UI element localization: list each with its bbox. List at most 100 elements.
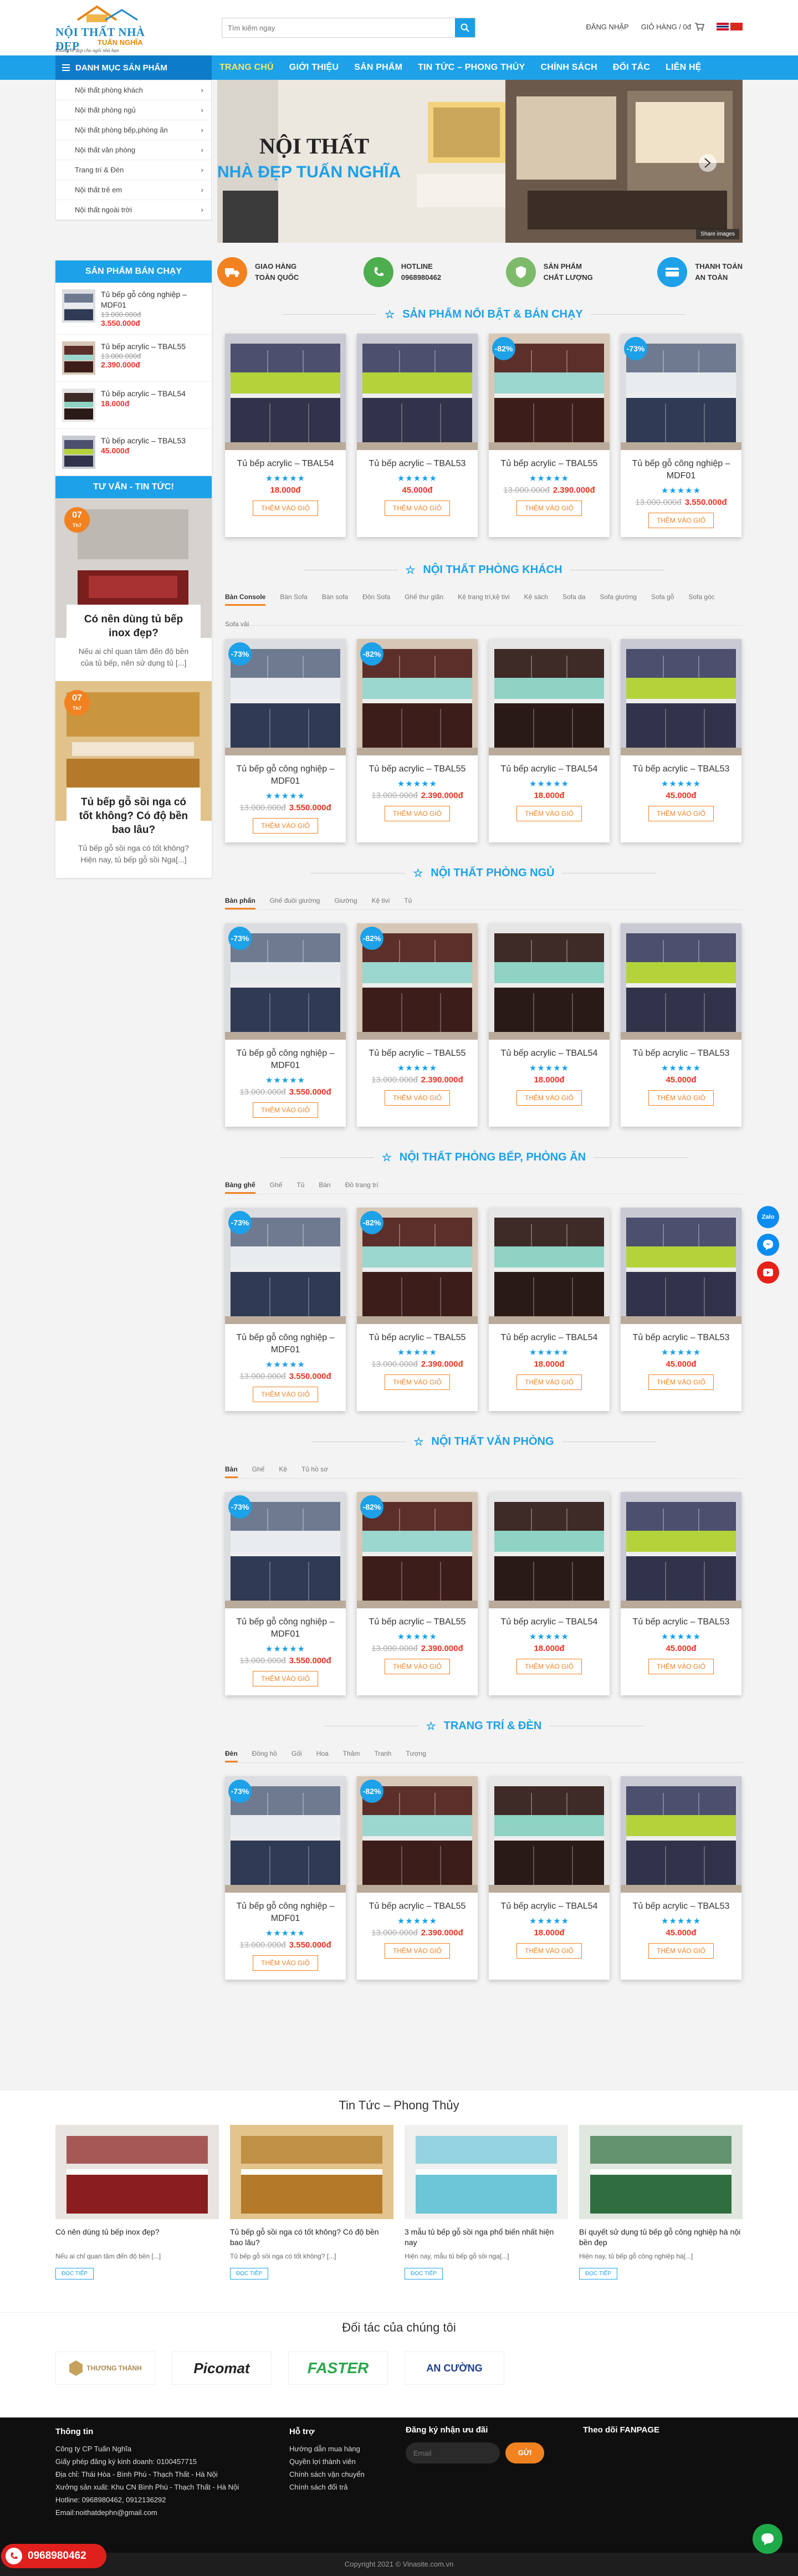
section-tab[interactable]: Bàng ghế <box>225 1181 255 1194</box>
news-card-title[interactable]: Có nên dùng tủ bếp inox đẹp? <box>55 2227 219 2248</box>
category-menu-button[interactable]: DANH MỤC SẢN PHẨM <box>55 55 212 80</box>
product-card[interactable]: -73% Tủ bếp gỗ công nghiệp – MDF01 ★★★★★ 13… <box>225 923 346 1127</box>
best-seller-item[interactable]: Tủ bếp acrylic – TBAL55 13.000.000đ 2.390.… <box>55 335 212 382</box>
section-tab[interactable]: Tủ <box>404 897 412 904</box>
product-image-wrap[interactable]: -73% <box>225 1776 346 1893</box>
footer-link[interactable]: Quyền lợi thành viên <box>289 2455 378 2468</box>
add-to-cart-button[interactable]: THÊM VÀO GIỎ <box>516 1659 582 1674</box>
product-image-wrap[interactable] <box>489 1208 610 1324</box>
product-name[interactable]: Tủ bếp gỗ công nghiệp – MDF01 <box>225 1332 346 1356</box>
product-image-wrap[interactable] <box>489 1492 610 1608</box>
nav-news[interactable]: TIN TỨC – PHONG THỦY <box>410 63 533 73</box>
product-image-wrap[interactable]: -82% <box>357 1776 478 1893</box>
product-card[interactable]: Tủ bếp acrylic – TBAL53 ★★★★★ 45.000đ THÊM … <box>621 1208 741 1411</box>
product-name[interactable]: Tủ bếp acrylic – TBAL55 <box>357 1900 478 1913</box>
search-button[interactable] <box>455 18 475 37</box>
category-item[interactable]: Trang trí & Đèn › <box>56 160 211 180</box>
messenger-icon[interactable] <box>757 1234 779 1256</box>
flag-en-icon[interactable] <box>717 23 729 30</box>
category-item[interactable]: Nội thất phòng bếp,phòng ăn › <box>56 120 211 140</box>
product-name[interactable]: Tủ bếp gỗ công nghiệp – MDF01 <box>225 763 346 788</box>
product-card[interactable]: -73% Tủ bếp gỗ công nghiệp – MDF01 ★★★★★ 13… <box>225 639 346 842</box>
hotline-button[interactable]: 0968980462 <box>1 2544 106 2568</box>
footer-link[interactable]: Chính sách đổi trả <box>289 2481 378 2493</box>
login-link[interactable]: ĐĂNG NHẬP <box>586 23 628 31</box>
add-to-cart-button[interactable]: THÊM VÀO GIỎ <box>648 1943 714 1959</box>
section-tab[interactable]: Kệ <box>279 1465 287 1473</box>
product-name[interactable]: Tủ bếp acrylic – TBAL54 <box>489 1616 610 1628</box>
product-image-wrap[interactable]: -82% <box>357 1208 478 1324</box>
section-tab[interactable]: Sofa da <box>562 593 585 601</box>
section-tab[interactable]: Bàn sofa <box>322 593 348 601</box>
footer-link[interactable]: Hướng dẫn mua hàng <box>289 2442 378 2455</box>
news-card[interactable]: 3 mẫu tủ bếp gỗ sồi nga phổ biến nhất hi… <box>405 2125 568 2279</box>
product-image-wrap[interactable]: -82% <box>357 923 478 1040</box>
product-image-wrap[interactable]: -73% <box>225 639 346 755</box>
section-tab[interactable]: Bàn <box>225 1465 238 1478</box>
best-seller-item[interactable]: Tủ bếp acrylic – TBAL53 45.000đ <box>55 429 212 476</box>
product-card[interactable]: -82% Tủ bếp acrylic – TBAL55 ★★★★★ 13.000.0… <box>489 334 610 537</box>
product-card[interactable]: Tủ bếp acrylic – TBAL54 ★★★★★ 18.000đ THÊM … <box>489 1208 610 1411</box>
product-image-wrap[interactable]: -82% <box>489 334 610 450</box>
product-name[interactable]: Tủ bếp acrylic – TBAL54 <box>489 763 610 775</box>
nav-products[interactable]: SẢN PHẨM <box>346 63 410 73</box>
read-more-button[interactable]: ĐỌC TIẾP <box>55 2268 94 2279</box>
section-tab[interactable]: Hoa <box>316 1750 329 1757</box>
product-card[interactable]: Tủ bếp acrylic – TBAL53 ★★★★★ 45.000đ THÊM … <box>621 1776 741 1980</box>
product-name[interactable]: Tủ bếp acrylic – TBAL53 <box>621 1332 741 1344</box>
section-tab[interactable]: Bàn Console <box>225 593 266 606</box>
news-card-title[interactable]: 3 mẫu tủ bếp gỗ sồi nga phổ biến nhất hi… <box>405 2227 568 2248</box>
search-input[interactable] <box>222 18 455 37</box>
product-image-wrap[interactable] <box>621 923 741 1040</box>
product-image-wrap[interactable] <box>225 334 346 450</box>
product-image-wrap[interactable] <box>621 1776 741 1893</box>
product-image-wrap[interactable] <box>621 639 741 755</box>
product-image-wrap[interactable]: -73% <box>621 334 741 450</box>
add-to-cart-button[interactable]: THÊM VÀO GIỎ <box>252 500 318 516</box>
product-card[interactable]: Tủ bếp acrylic – TBAL53 ★★★★★ 45.000đ THÊM … <box>621 1492 741 1695</box>
product-name[interactable]: Tủ bếp acrylic – TBAL55 <box>357 763 478 775</box>
category-item[interactable]: Nội thất trẻ em › <box>56 180 211 200</box>
add-to-cart-button[interactable]: THÊM VÀO GIỎ <box>252 1387 318 1402</box>
add-to-cart-button[interactable]: THÊM VÀO GIỎ <box>384 1659 450 1674</box>
partner-logo[interactable]: FASTER <box>288 2352 388 2385</box>
nav-contact[interactable]: LIÊN HỆ <box>658 63 709 73</box>
add-to-cart-button[interactable]: THÊM VÀO GIỎ <box>648 1659 714 1674</box>
news-card[interactable]: Tủ bếp gỗ sồi nga có tốt không? Có độ bề… <box>230 2125 393 2279</box>
section-tab[interactable]: Thảm <box>343 1750 360 1757</box>
product-card[interactable]: Tủ bếp acrylic – TBAL54 ★★★★★ 18.000đ THÊM … <box>489 639 610 842</box>
best-seller-name[interactable]: Tủ bếp acrylic – TBAL54 <box>101 389 186 399</box>
section-tab[interactable]: Bàn Sofa <box>280 593 307 601</box>
product-card[interactable]: Tủ bếp acrylic – TBAL54 ★★★★★ 18.000đ THÊM … <box>489 1776 610 1980</box>
add-to-cart-button[interactable]: THÊM VÀO GIỎ <box>648 1374 714 1390</box>
product-image-wrap[interactable] <box>621 1492 741 1608</box>
add-to-cart-button[interactable]: THÊM VÀO GIỎ <box>252 1955 318 1971</box>
product-name[interactable]: Tủ bếp acrylic – TBAL54 <box>489 1047 610 1060</box>
product-name[interactable]: Tủ bếp gỗ công nghiệp – MDF01 <box>621 458 741 482</box>
site-logo[interactable]: NỘI THẤT NHÀ ĐẸP TUẤN NGHĨA Không về đẹp… <box>55 3 155 53</box>
product-name[interactable]: Tủ bếp acrylic – TBAL53 <box>621 1616 741 1628</box>
section-tab[interactable]: Tượng <box>406 1750 426 1757</box>
product-card[interactable]: Tủ bếp acrylic – TBAL54 ★★★★★ 18.000đ THÊM … <box>489 1492 610 1695</box>
section-tab[interactable]: Đôn Sofa <box>362 593 390 601</box>
category-item[interactable]: Nội thất phòng khách › <box>56 80 211 100</box>
section-tab[interactable]: Sofa vải <box>225 620 249 628</box>
add-to-cart-button[interactable]: THÊM VÀO GIỎ <box>384 500 450 516</box>
nav-policy[interactable]: CHÍNH SÁCH <box>533 63 605 73</box>
sidebar-news-item[interactable]: 07 Th7 Tủ bếp gỗ sồi nga có tốt không? Có… <box>55 681 212 878</box>
product-name[interactable]: Tủ bếp acrylic – TBAL53 <box>621 1047 741 1060</box>
add-to-cart-button[interactable]: THÊM VÀO GIỎ <box>516 806 582 821</box>
youtube-icon[interactable] <box>757 1261 779 1284</box>
product-name[interactable]: Tủ bếp acrylic – TBAL54 <box>489 1900 610 1913</box>
product-card[interactable]: -82% Tủ bếp acrylic – TBAL55 ★★★★★ 13.000.0… <box>357 1208 478 1411</box>
product-card[interactable]: Tủ bếp acrylic – TBAL54 ★★★★★ 18.000đ THÊM … <box>225 334 346 537</box>
section-tab[interactable]: Ghế <box>252 1465 265 1473</box>
category-item[interactable]: Nội thất ngoài trời › <box>56 200 211 220</box>
section-tab[interactable]: Bàn <box>319 1181 330 1189</box>
section-tab[interactable]: Đồ trang trí <box>345 1181 378 1189</box>
product-image-wrap[interactable]: -82% <box>357 1492 478 1608</box>
category-item[interactable]: Nội thất phòng ngủ › <box>56 100 211 120</box>
zalo-icon[interactable]: Zalo <box>757 1206 779 1228</box>
product-image-wrap[interactable] <box>489 1776 610 1893</box>
subscribe-email-input[interactable] <box>406 2442 500 2463</box>
